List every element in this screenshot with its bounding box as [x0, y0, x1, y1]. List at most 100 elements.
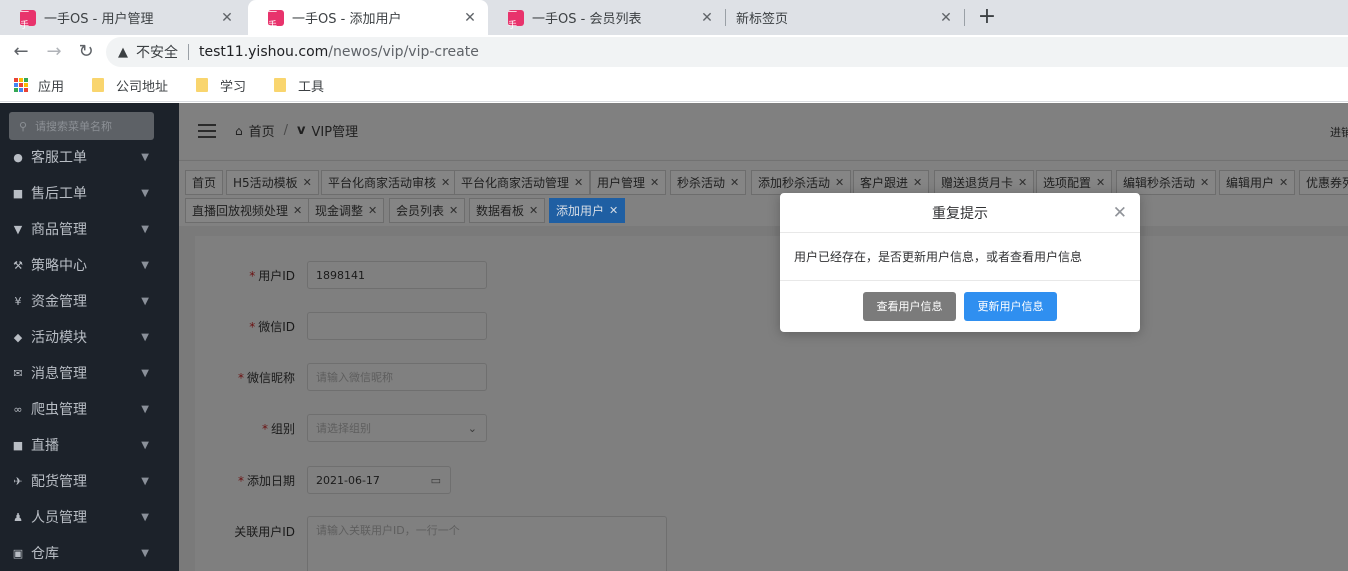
field-label-text: 微信昵称: [246, 370, 295, 385]
bookmark-apps[interactable]: 应用: [14, 76, 64, 95]
sidebar-item-after-sales[interactable]: ■ 售后工单 ▼: [0, 175, 179, 211]
close-icon[interactable]: ✕: [219, 10, 235, 26]
close-icon[interactable]: ✕: [699, 10, 715, 26]
bookmark-folder-company[interactable]: 公司地址: [86, 76, 168, 95]
browser-tab-member-list[interactable]: 一手 一手OS - 会员列表 ✕: [488, 0, 725, 35]
close-icon[interactable]: ✕: [609, 204, 618, 217]
sidebar-item-label: 仓库: [31, 546, 59, 562]
hamburger-menu-icon[interactable]: [198, 124, 216, 138]
close-icon[interactable]: ✕: [449, 204, 458, 217]
tag-user-management[interactable]: 用户管理 ✕: [590, 170, 667, 195]
tag-label: 平台化商家活动审核: [328, 176, 437, 190]
tag-label: 数据看板: [476, 204, 525, 218]
sidebar-item-crawler[interactable]: ∞ 爬虫管理 ▼: [0, 391, 179, 427]
browser-tab-new-tab-page[interactable]: 新标签页 ✕: [726, 0, 964, 35]
forward-arrow-icon[interactable]: →: [43, 41, 65, 63]
reload-icon[interactable]: ↻: [75, 41, 97, 63]
tag-add-user[interactable]: 添加用户 ✕: [549, 198, 626, 223]
tag-customer-follow-up[interactable]: 客户跟进 ✕: [853, 170, 930, 195]
close-icon[interactable]: ✕: [574, 176, 583, 189]
field-label: * 微信ID: [195, 318, 307, 335]
sidebar-item-customer-service[interactable]: ● 客服工单 ▼: [0, 139, 179, 175]
sidebar-item-distribution[interactable]: ✈ 配货管理 ▼: [0, 463, 179, 499]
close-icon[interactable]: ✕: [1279, 176, 1288, 189]
user-id-input[interactable]: 1898141: [307, 261, 487, 289]
dialog-title: 重复提示: [932, 205, 988, 222]
group-select[interactable]: 请选择组别 ⌄: [307, 414, 487, 442]
browser-tab-user-management[interactable]: 一手 一手OS - 用户管理 ✕: [0, 0, 245, 35]
close-icon[interactable]: ✕: [1200, 176, 1209, 189]
required-asterisk: *: [237, 473, 244, 488]
sidebar-item-live[interactable]: ■ 直播 ▼: [0, 427, 179, 463]
tag-add-flash-sale[interactable]: 添加秒杀活动 ✕: [751, 170, 852, 195]
person-icon: ♟: [13, 510, 23, 524]
tag-return-monthly-card[interactable]: 赠送退货月卡 ✕: [934, 170, 1035, 195]
close-icon[interactable]: ✕: [441, 176, 450, 189]
required-asterisk: *: [261, 421, 268, 436]
close-icon[interactable]: ✕: [835, 176, 844, 189]
tag-flash-sale[interactable]: 秒杀活动 ✕: [670, 170, 747, 195]
tag-live-replay[interactable]: 直播回放视频处理 ✕: [185, 198, 310, 223]
sidebar-item-warehouse[interactable]: ▣ 仓库 ▼: [0, 535, 179, 571]
required-asterisk: *: [237, 370, 244, 385]
top-right-menu[interactable]: 进销存: [1330, 124, 1348, 140]
wechat-id-input[interactable]: [307, 312, 487, 340]
tag-h5-template[interactable]: H5活动模板 ✕: [226, 170, 319, 195]
back-arrow-icon[interactable]: ←: [10, 41, 32, 63]
browser-tab-add-user[interactable]: 一手 一手OS - 添加用户 ✕: [248, 0, 488, 35]
warning-triangle-icon[interactable]: ▲: [118, 45, 128, 60]
close-icon[interactable]: ✕: [462, 10, 478, 26]
tag-coupon-list[interactable]: 优惠券列: [1299, 170, 1348, 195]
tag-cash-adjust[interactable]: 现金调整 ✕: [308, 198, 385, 223]
wechat-nickname-input[interactable]: 请输入微信昵称: [307, 363, 487, 391]
tag-data-dashboard[interactable]: 数据看板 ✕: [469, 198, 546, 223]
sidebar-item-strategy[interactable]: ⚒ 策略中心 ▼: [0, 247, 179, 283]
close-icon[interactable]: ✕: [293, 204, 302, 217]
address-divider: [188, 44, 189, 60]
breadcrumb-home[interactable]: 首页: [249, 121, 275, 140]
tag-edit-user[interactable]: 编辑用户 ✕: [1219, 170, 1296, 195]
bookmark-folder-study[interactable]: 学习: [190, 76, 246, 95]
bookmark-folder-tools[interactable]: 工具: [268, 76, 324, 95]
tag-member-list[interactable]: 会员列表 ✕: [389, 198, 466, 223]
sidebar-item-products[interactable]: ▼ 商品管理 ▼: [0, 211, 179, 247]
close-icon[interactable]: ✕: [730, 176, 739, 189]
close-icon[interactable]: ✕: [368, 204, 377, 217]
address-bar[interactable]: ▲ 不安全 test11.yishou.com/newos/vip/vip-cr…: [106, 37, 1348, 67]
close-icon[interactable]: ✕: [1018, 176, 1027, 189]
calendar-icon: ▭: [430, 473, 441, 487]
close-icon[interactable]: ✕: [529, 204, 538, 217]
tag-edit-flash-sale[interactable]: 编辑秒杀活动 ✕: [1116, 170, 1217, 195]
tag-merchant-activity-management[interactable]: 平台化商家活动管理 ✕: [454, 170, 591, 195]
close-icon[interactable]: ✕: [913, 176, 922, 189]
update-user-info-button[interactable]: 更新用户信息: [964, 291, 1057, 321]
linked-user-ids-textarea[interactable]: 请输入关联用户ID，一行一个: [307, 516, 667, 571]
sidebar-item-staff[interactable]: ♟ 人员管理 ▼: [0, 499, 179, 535]
form-row-group: * 组别 请选择组别 ⌄: [195, 414, 487, 442]
security-status-label[interactable]: 不安全: [136, 42, 178, 62]
top-navbar: ⌂ 首页 / v VIP管理 进销存: [179, 103, 1348, 159]
close-icon[interactable]: ✕: [650, 176, 659, 189]
url-host[interactable]: test11.yishou.com: [199, 44, 328, 60]
sidebar-item-finance[interactable]: ¥ 资金管理 ▼: [0, 283, 179, 319]
sidebar-item-activities[interactable]: ◆ 活动模块 ▼: [0, 319, 179, 355]
menu-search-input[interactable]: ⚲ 请搜索菜单名称: [9, 112, 154, 140]
tag-label: 编辑秒杀活动: [1123, 176, 1196, 190]
tag-option-config[interactable]: 选项配置 ✕: [1036, 170, 1113, 195]
required-asterisk: *: [249, 268, 256, 283]
page-content: * 用户ID 1898141 * 微信ID * 微信昵称 请输入微信昵称 * 组别 请选…: [179, 226, 1348, 571]
add-date-picker[interactable]: 2021-06-17 ▭: [307, 466, 451, 494]
close-icon[interactable]: ✕: [1096, 176, 1105, 189]
sidebar-item-messages[interactable]: ✉ 消息管理 ▼: [0, 355, 179, 391]
close-icon[interactable]: ✕: [303, 176, 312, 189]
tag-label: 平台化商家活动管理: [461, 176, 570, 190]
tag-home[interactable]: 首页: [185, 170, 224, 195]
bookmark-label: 工具: [298, 79, 325, 95]
bookmarks-bar: 应用 公司地址 学习 工具: [0, 69, 1348, 102]
tag-merchant-activity-review[interactable]: 平台化商家活动审核 ✕: [321, 170, 458, 195]
view-user-info-button[interactable]: 查看用户信息: [863, 291, 956, 321]
new-tab-button[interactable]: +: [976, 4, 998, 30]
url-path[interactable]: /newos/vip/vip-create: [328, 44, 479, 60]
close-icon[interactable]: ✕: [1113, 204, 1127, 222]
close-icon[interactable]: ✕: [938, 10, 954, 26]
